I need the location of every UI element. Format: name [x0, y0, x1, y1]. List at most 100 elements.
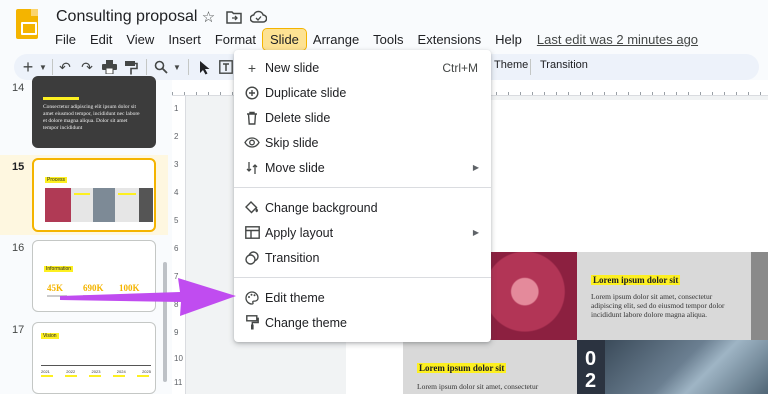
text-box-icon[interactable]	[218, 57, 234, 77]
menu-slide[interactable]: Slide	[262, 28, 307, 51]
menu-arrange[interactable]: Arrange	[306, 29, 366, 50]
toolbar-theme-button[interactable]: Theme	[494, 59, 528, 71]
slide-heading-highlight: Lorem ipsum dolor sit	[417, 363, 507, 373]
layout-icon	[244, 225, 260, 241]
menu-edit[interactable]: Edit	[83, 29, 119, 50]
menu-item-edit-theme[interactable]: Edit theme	[234, 285, 491, 310]
last-edit-link[interactable]: Last edit was 2 minutes ago	[537, 32, 698, 47]
transition-icon	[244, 250, 260, 266]
slide-number: 15	[12, 161, 25, 173]
zoom-dropdown-icon[interactable]: ▼	[172, 57, 182, 77]
select-cursor-icon[interactable]	[196, 57, 214, 77]
filmstrip-row[interactable]: 14 Consectetur adipiscing elit ipsum dol…	[0, 76, 168, 152]
slide-number: 14	[12, 82, 25, 94]
undo-icon[interactable]: ↶	[56, 57, 74, 77]
submenu-arrow-icon: ▶	[472, 228, 479, 237]
header: Consulting proposal ☆ File Edit View Ins…	[0, 0, 768, 52]
menu-view[interactable]: View	[119, 29, 161, 50]
paint-bucket-icon	[244, 200, 260, 216]
plus-icon: +	[247, 59, 257, 76]
slide-text-block[interactable]: Lorem ipsum dolor sit Lorem ipsum dolor …	[403, 340, 577, 394]
menu-item-duplicate-slide[interactable]: Duplicate slide	[234, 80, 491, 105]
thumbnail-image-turbine	[45, 188, 71, 222]
slide-thumbnail-17[interactable]: Vision 2021 2022 2023 2024 2025	[32, 322, 156, 394]
menu-divider	[234, 187, 491, 188]
menu-divider	[234, 277, 491, 278]
trash-icon	[244, 110, 260, 126]
slide-big-number: 0 2	[585, 348, 597, 392]
redo-icon[interactable]: ↷	[78, 57, 96, 77]
menu-item-label: Move slide	[265, 160, 325, 175]
title-actions: ☆	[200, 8, 267, 26]
print-icon[interactable]	[100, 57, 118, 77]
thumbnail-text-block	[115, 188, 139, 222]
menu-item-change-background[interactable]: Change background	[234, 195, 491, 220]
menu-item-label: Change theme	[265, 315, 348, 330]
menu-item-transition[interactable]: Transition	[234, 245, 491, 270]
submenu-arrow-icon: ▶	[472, 163, 479, 172]
thumbnail-image-worker	[93, 188, 115, 222]
slide-number: 17	[12, 324, 25, 336]
duplicate-icon	[244, 85, 260, 101]
timeline-year: 2021	[41, 369, 50, 374]
thumbnail-timeline-markers	[41, 375, 151, 377]
menu-extensions[interactable]: Extensions	[411, 29, 489, 50]
document-title[interactable]: Consulting proposal	[56, 8, 197, 26]
filmstrip-row[interactable]: 17 Vision 2021 2022 2023 2024 2025	[0, 320, 168, 394]
annotation-arrow-icon	[60, 278, 236, 316]
thumbnail-timeline	[41, 365, 151, 366]
paint-format-icon[interactable]	[122, 57, 140, 77]
move-icon	[244, 160, 260, 176]
timeline-year: 2024	[116, 369, 126, 374]
menu-file[interactable]: File	[48, 29, 83, 50]
thumbnail-title: Process	[45, 177, 68, 183]
menu-item-skip-slide[interactable]: Skip slide	[234, 130, 491, 155]
slides-logo-icon[interactable]	[16, 9, 38, 39]
slide-body-text: Lorem ipsum dolor sit amet, consectetur …	[591, 292, 725, 319]
thumbnail-accent-line	[43, 97, 79, 100]
menu-item-label: Duplicate slide	[265, 85, 347, 100]
paint-roller-icon	[244, 315, 260, 331]
slides-app: Consulting proposal ☆ File Edit View Ins…	[0, 0, 768, 394]
zoom-icon[interactable]	[152, 57, 170, 77]
timeline-year: 2022	[66, 369, 76, 374]
move-to-folder-icon[interactable]	[225, 8, 242, 25]
slide-number: 16	[12, 242, 25, 254]
slide-thumbnail-15[interactable]: Process	[32, 158, 156, 232]
slide-thumbnail-14[interactable]: Consectetur adipiscing elit ipsum dolor …	[32, 76, 156, 148]
timeline-year: 2025	[142, 369, 151, 374]
toolbar-divider	[52, 59, 53, 75]
new-slide-plus-icon[interactable]: +	[20, 57, 36, 77]
slide-filmstrip: 14 Consectetur adipiscing elit ipsum dol…	[0, 76, 168, 394]
eye-icon	[244, 135, 260, 151]
slide-number-block[interactable]: 0 2	[577, 340, 605, 394]
cloud-saved-icon[interactable]	[250, 8, 267, 25]
toolbar-divider	[146, 59, 147, 75]
slide-text-block[interactable]: Lorem ipsum dolor sit Lorem ipsum dolor …	[577, 252, 751, 340]
menu-item-change-theme[interactable]: Change theme	[234, 310, 491, 335]
menu-tools[interactable]: Tools	[366, 29, 410, 50]
thumbnail-title: Information	[44, 266, 74, 272]
menu-item-label: Apply layout	[265, 225, 334, 240]
slide-heading-highlight: Lorem ipsum dolor sit	[591, 275, 681, 285]
menu-item-new-slide[interactable]: + New slide Ctrl+M	[234, 55, 491, 80]
timeline-year: 2023	[91, 369, 101, 374]
menu-item-apply-layout[interactable]: Apply layout ▶	[234, 220, 491, 245]
filmstrip-row-selected[interactable]: 15 Process	[0, 155, 168, 235]
menu-item-move-slide[interactable]: Move slide ▶	[234, 155, 491, 180]
menu-item-delete-slide[interactable]: Delete slide	[234, 105, 491, 130]
slide-menu-dropdown: + New slide Ctrl+M Duplicate slide Delet…	[234, 50, 491, 342]
toolbar-transition-button[interactable]: Transition	[540, 59, 588, 71]
thumbnail-body-text: Consectetur adipiscing elit ipsum dolor …	[43, 104, 140, 131]
thumbnail-timeline-years: 2021 2022 2023 2024 2025	[41, 369, 151, 374]
slide-image-gear[interactable]	[751, 252, 768, 340]
star-icon[interactable]: ☆	[200, 8, 217, 26]
menu-format[interactable]: Format	[208, 29, 263, 50]
menu-item-shortcut: Ctrl+M	[442, 60, 478, 75]
menu-insert[interactable]: Insert	[161, 29, 208, 50]
slide-image-worker[interactable]	[605, 340, 768, 394]
new-slide-dropdown-icon[interactable]: ▼	[38, 57, 48, 77]
menu-item-label: Edit theme	[265, 290, 325, 305]
menu-help[interactable]: Help	[488, 29, 529, 50]
menu-bar: File Edit View Insert Format Slide Arran…	[48, 28, 698, 51]
